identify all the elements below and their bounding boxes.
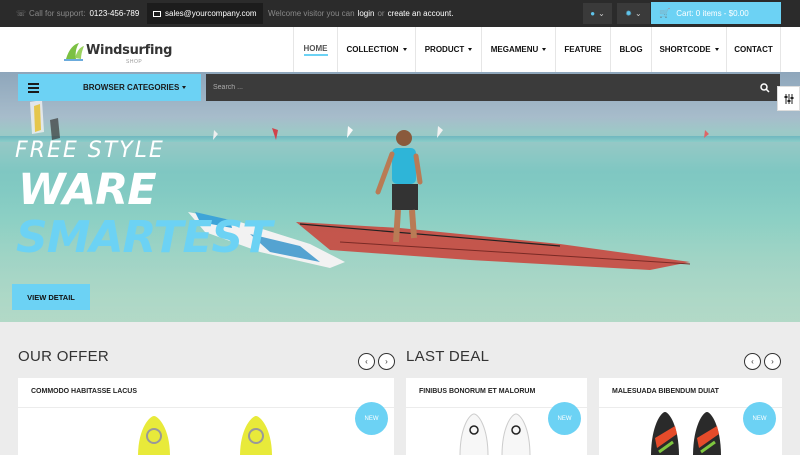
sliders-tool-button[interactable] bbox=[777, 86, 800, 111]
support-label: Call for support: bbox=[29, 9, 86, 18]
user-icon: ● bbox=[590, 9, 596, 18]
nav-contact-label: CONTACT bbox=[734, 45, 773, 54]
chevron-down-icon: ⌄ bbox=[635, 9, 642, 18]
welcome-text: Welcome visitor you can login or create … bbox=[268, 0, 456, 27]
nav-megamenu-label: MEGAMENU bbox=[490, 45, 539, 54]
nav-shortcode-label: SHORTCODE bbox=[659, 45, 711, 54]
settings-dropdown[interactable]: ✹ ⌄ bbox=[617, 3, 650, 24]
caret-down-icon bbox=[714, 48, 719, 51]
our-offer-title: OUR OFFER bbox=[18, 348, 110, 365]
search-input[interactable] bbox=[206, 74, 746, 101]
product-name: MALESUADA BIBENDUM DUIAT bbox=[612, 388, 719, 395]
hero-slider[interactable]: FREE STYLE WARE SMARTEST VIEW DETAIL bbox=[0, 72, 800, 322]
login-link[interactable]: login bbox=[358, 9, 375, 18]
nav-feature-label: FEATURE bbox=[564, 45, 602, 54]
cart-icon: 🛒 bbox=[659, 7, 671, 18]
or-text: or bbox=[377, 9, 385, 18]
browse-categories-label: BROWSER CATEGORIES bbox=[83, 83, 187, 92]
support-info: ☏ Call for support: 0123-456-789 bbox=[16, 0, 139, 27]
hero-line-3: SMARTEST bbox=[16, 212, 272, 263]
chevron-right-icon: › bbox=[385, 357, 388, 366]
main-nav: HOME COLLECTION PRODUCT MEGAMENU FEATURE… bbox=[293, 27, 781, 72]
hero-line-1: FREE STYLE bbox=[15, 138, 165, 163]
chevron-left-icon: ‹ bbox=[751, 357, 754, 366]
email-text: sales@yourcompany.com bbox=[165, 9, 257, 18]
top-bar: ☏ Call for support: 0123-456-789 sales@y… bbox=[0, 0, 800, 27]
gear-icon: ✹ bbox=[625, 9, 632, 18]
chevron-down-icon: ⌄ bbox=[598, 9, 605, 18]
logo[interactable]: Windsurfing SHOP bbox=[63, 41, 173, 65]
deal-product-card[interactable]: MALESUADA BIBENDUM DUIAT NEW bbox=[599, 378, 782, 455]
deal-next-button[interactable]: › bbox=[764, 353, 781, 370]
caret-down-icon bbox=[182, 86, 187, 90]
offer-product-card[interactable]: COMMODO HABITASSE LACUS NEW bbox=[18, 378, 394, 455]
email-link[interactable]: sales@yourcompany.com bbox=[147, 3, 263, 24]
nav-shortcode[interactable]: SHORTCODE bbox=[652, 27, 727, 72]
offer-prev-button[interactable]: ‹ bbox=[358, 353, 375, 370]
browse-categories-button[interactable]: BROWSER CATEGORIES bbox=[18, 74, 201, 101]
user-dropdown[interactable]: ● ⌄ bbox=[583, 3, 612, 24]
offer-arrows: ‹ › bbox=[358, 353, 395, 370]
chevron-left-icon: ‹ bbox=[365, 357, 368, 366]
menu-icon bbox=[18, 74, 48, 101]
product-name: FINIBUS BONORUM ET MALORUM bbox=[419, 388, 536, 395]
nav-contact[interactable]: CONTACT bbox=[727, 27, 781, 72]
hero-line-2: WARE bbox=[18, 165, 157, 215]
nav-megamenu[interactable]: MEGAMENU bbox=[482, 27, 556, 72]
nav-blog[interactable]: BLOG bbox=[611, 27, 652, 72]
welcome-label: Welcome visitor you can bbox=[268, 9, 355, 18]
cart-button[interactable]: 🛒 Cart: 0 items - $0.00 bbox=[651, 2, 781, 24]
nav-blog-label: BLOG bbox=[619, 45, 643, 54]
last-deal-title: LAST DEAL bbox=[406, 348, 490, 365]
phone-icon: ☏ bbox=[16, 9, 27, 18]
deal-arrows: ‹ › bbox=[744, 353, 781, 370]
nav-collection[interactable]: COLLECTION bbox=[338, 27, 416, 72]
nav-home-label: HOME bbox=[303, 44, 328, 56]
view-detail-button[interactable]: VIEW DETAIL bbox=[12, 284, 90, 310]
create-account-link[interactable]: create an account. bbox=[388, 9, 454, 18]
support-phone[interactable]: 0123-456-789 bbox=[89, 9, 139, 18]
sliders-icon bbox=[784, 93, 793, 104]
brand-name: Windsurfing bbox=[86, 43, 173, 58]
nav-home[interactable]: HOME bbox=[294, 27, 338, 72]
product-image bbox=[138, 416, 272, 455]
caret-down-icon bbox=[402, 48, 407, 51]
brand-subtitle: SHOP bbox=[126, 59, 143, 65]
caret-down-icon bbox=[542, 48, 547, 51]
product-name: COMMODO HABITASSE LACUS bbox=[31, 388, 138, 395]
caret-down-icon bbox=[468, 48, 473, 51]
nav-collection-label: COLLECTION bbox=[346, 45, 399, 54]
chevron-right-icon: › bbox=[771, 357, 774, 366]
search-bar bbox=[206, 74, 780, 101]
offer-next-button[interactable]: › bbox=[378, 353, 395, 370]
nav-feature[interactable]: FEATURE bbox=[556, 27, 611, 72]
sail-logo-icon bbox=[64, 43, 84, 61]
product-image bbox=[651, 412, 721, 455]
search-icon bbox=[760, 82, 770, 93]
search-button[interactable] bbox=[750, 74, 780, 101]
nav-product[interactable]: PRODUCT bbox=[416, 27, 482, 72]
nav-product-label: PRODUCT bbox=[424, 45, 465, 54]
browse-categories-text: BROWSER CATEGORIES bbox=[83, 83, 180, 92]
deal-prev-button[interactable]: ‹ bbox=[744, 353, 761, 370]
cart-label: Cart: 0 items - $0.00 bbox=[676, 8, 749, 18]
envelope-icon bbox=[153, 10, 161, 17]
site-header: Windsurfing SHOP HOME COLLECTION PRODUCT… bbox=[0, 27, 800, 72]
product-image bbox=[459, 413, 531, 455]
deal-product-card[interactable]: FINIBUS BONORUM ET MALORUM NEW bbox=[406, 378, 587, 455]
